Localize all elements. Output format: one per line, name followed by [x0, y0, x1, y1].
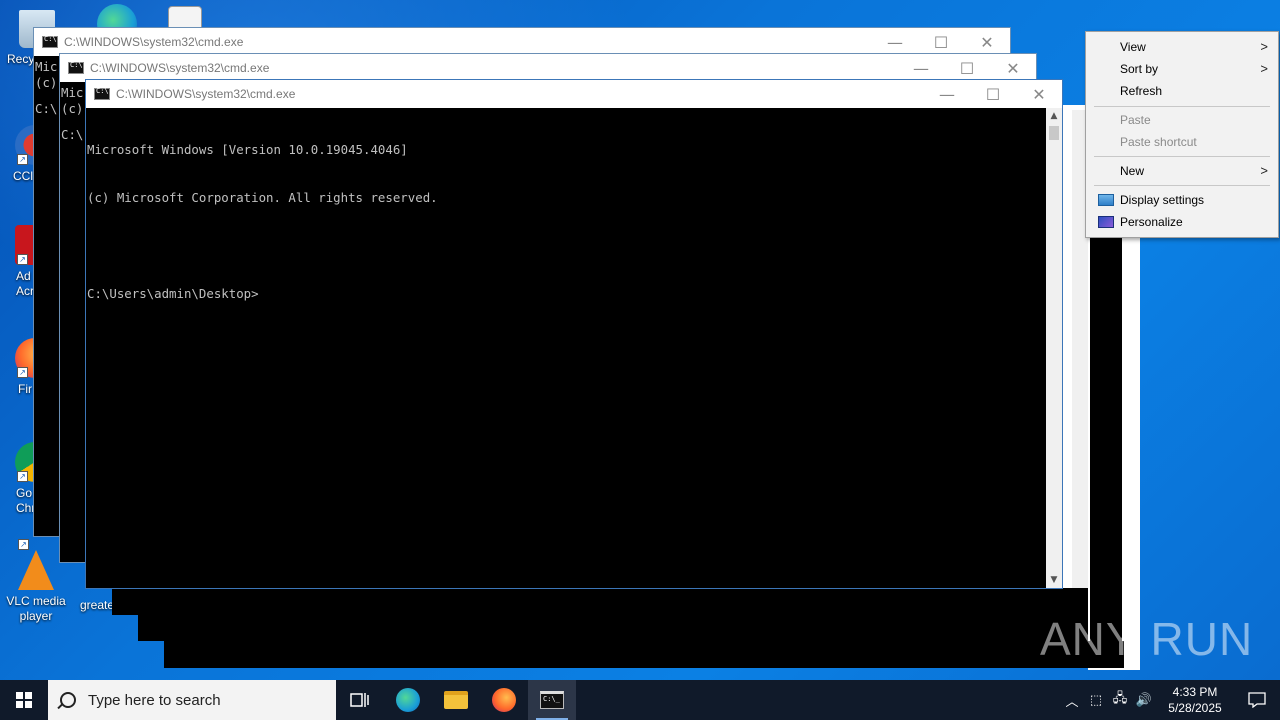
menu-item-personalize[interactable]: Personalize: [1088, 211, 1276, 233]
clock-time: 4:33 PM: [1172, 685, 1218, 699]
menu-separator: [1094, 156, 1270, 157]
vlc-icon: ↗: [18, 539, 54, 590]
taskbar-clock[interactable]: 4:33 PM 5/28/2025: [1156, 684, 1234, 716]
menu-item-new[interactable]: New >: [1088, 160, 1276, 182]
desktop[interactable]: Recy ↗ CCl ↗ Ad Acr ↗ Fir ↗ Go Chr ↗ VLC…: [0, 0, 1280, 680]
menu-item-paste-shortcut[interactable]: Paste shortcut: [1088, 131, 1276, 153]
chevron-right-icon: >: [1260, 61, 1268, 76]
menu-item-refresh[interactable]: Refresh: [1088, 80, 1276, 102]
search-placeholder: Type here to search: [88, 691, 221, 709]
cmd-window-2-titlebar[interactable]: C:\WINDOWS\system32\cmd.exe — ☐ ✕: [60, 54, 1036, 82]
menu-item-label: Personalize: [1120, 215, 1183, 229]
minimize-button[interactable]: —: [872, 28, 918, 56]
display-settings-icon: [1098, 194, 1114, 206]
window-title: C:\WINDOWS\system32\cmd.exe: [64, 35, 244, 49]
start-button[interactable]: [0, 680, 48, 720]
minimize-button[interactable]: —: [898, 54, 944, 82]
chevron-up-icon[interactable]: ︿: [1060, 691, 1084, 710]
cmd-window-background: [164, 641, 1124, 668]
cmd-window-active-titlebar[interactable]: C:\WINDOWS\system32\cmd.exe — ☐ ✕: [86, 80, 1062, 108]
maximize-button[interactable]: ☐: [944, 54, 990, 82]
file-explorer-icon: [444, 691, 468, 709]
close-button[interactable]: ✕: [964, 28, 1010, 56]
vertical-scrollbar[interactable]: ▲ ▼: [1046, 108, 1062, 588]
console-line: Microsoft Windows [Version 10.0.19045.40…: [87, 142, 408, 157]
cmd-icon: C:\_: [540, 691, 564, 709]
cmd-window-background: [112, 588, 1088, 615]
personalize-icon: [1098, 216, 1114, 228]
console-prompt: C:\Users\admin\Desktop>: [87, 286, 259, 301]
console-output[interactable]: Microsoft Windows [Version 10.0.19045.40…: [86, 108, 1046, 588]
cmd-window-background: [138, 615, 1088, 641]
chevron-right-icon: >: [1260, 39, 1268, 54]
cmd-window-active[interactable]: C:\WINDOWS\system32\cmd.exe — ☐ ✕ Micros…: [85, 79, 1063, 589]
menu-item-paste[interactable]: Paste: [1088, 109, 1276, 131]
menu-item-sort-by[interactable]: Sort by >: [1088, 58, 1276, 80]
taskbar-edge[interactable]: [384, 680, 432, 720]
menu-separator: [1094, 185, 1270, 186]
menu-item-display-settings[interactable]: Display settings: [1088, 189, 1276, 211]
desktop-icon-label: VLC media player: [6, 594, 66, 623]
chevron-right-icon: >: [1260, 163, 1268, 178]
menu-item-label: Paste shortcut: [1120, 135, 1197, 149]
taskbar: Type here to search C:\_ ︿ ⬚ 🖧 🔊 4:33 PM…: [0, 680, 1280, 720]
scroll-down-arrow-icon[interactable]: ▼: [1046, 572, 1062, 588]
edge-icon: [396, 688, 420, 712]
menu-item-view[interactable]: View >: [1088, 36, 1276, 58]
window-title: C:\WINDOWS\system32\cmd.exe: [116, 87, 296, 101]
maximize-button[interactable]: ☐: [970, 80, 1016, 108]
menu-item-label: Display settings: [1120, 193, 1205, 207]
menu-item-label: Refresh: [1120, 84, 1163, 98]
action-center-button[interactable]: [1234, 680, 1280, 720]
menu-item-label: Sort by: [1120, 62, 1159, 76]
cmd-window-background: [1090, 232, 1122, 668]
task-view-icon: [350, 693, 369, 707]
taskbar-firefox[interactable]: [480, 680, 528, 720]
cmd-icon: [94, 87, 110, 100]
close-button[interactable]: ✕: [990, 54, 1036, 82]
scrollbar-thumb[interactable]: [1049, 126, 1059, 140]
cmd-icon: [42, 35, 58, 48]
menu-item-label: Paste: [1120, 113, 1151, 127]
anyrun-watermark: ANY RUN: [1040, 613, 1254, 665]
menu-item-label: New: [1120, 164, 1145, 178]
system-tray: ︿ ⬚ 🖧 🔊 4:33 PM 5/28/2025: [1060, 680, 1280, 720]
volume-icon[interactable]: 🔊: [1132, 692, 1156, 708]
taskbar-file-explorer[interactable]: [432, 680, 480, 720]
desktop-context-menu: View > Sort by > Refresh Paste Paste short…: [1085, 31, 1279, 238]
menu-item-label: View: [1120, 40, 1146, 54]
cmd-window-1-titlebar[interactable]: C:\WINDOWS\system32\cmd.exe — ☐ ✕: [34, 28, 1010, 56]
taskbar-search-box[interactable]: Type here to search: [48, 680, 336, 720]
window-title: C:\WINDOWS\system32\cmd.exe: [90, 61, 270, 75]
firefox-icon: [492, 688, 516, 712]
scroll-up-arrow-icon[interactable]: ▲: [1046, 108, 1062, 124]
task-view-button[interactable]: [336, 680, 384, 720]
console-line: (c) Microsoft Corporation. All rights re…: [87, 190, 438, 205]
cmd-icon: [68, 61, 84, 74]
meet-now-icon[interactable]: ⬚: [1084, 692, 1108, 708]
taskbar-cmd[interactable]: C:\_: [528, 680, 576, 720]
windows-logo-icon: [16, 692, 32, 708]
minimize-button[interactable]: —: [924, 80, 970, 108]
maximize-button[interactable]: ☐: [918, 28, 964, 56]
close-button[interactable]: ✕: [1016, 80, 1062, 108]
clock-date: 5/28/2025: [1168, 701, 1222, 715]
network-icon[interactable]: 🖧: [1108, 689, 1132, 711]
menu-separator: [1094, 106, 1270, 107]
notification-icon: [1248, 692, 1266, 708]
search-icon: [60, 692, 76, 708]
